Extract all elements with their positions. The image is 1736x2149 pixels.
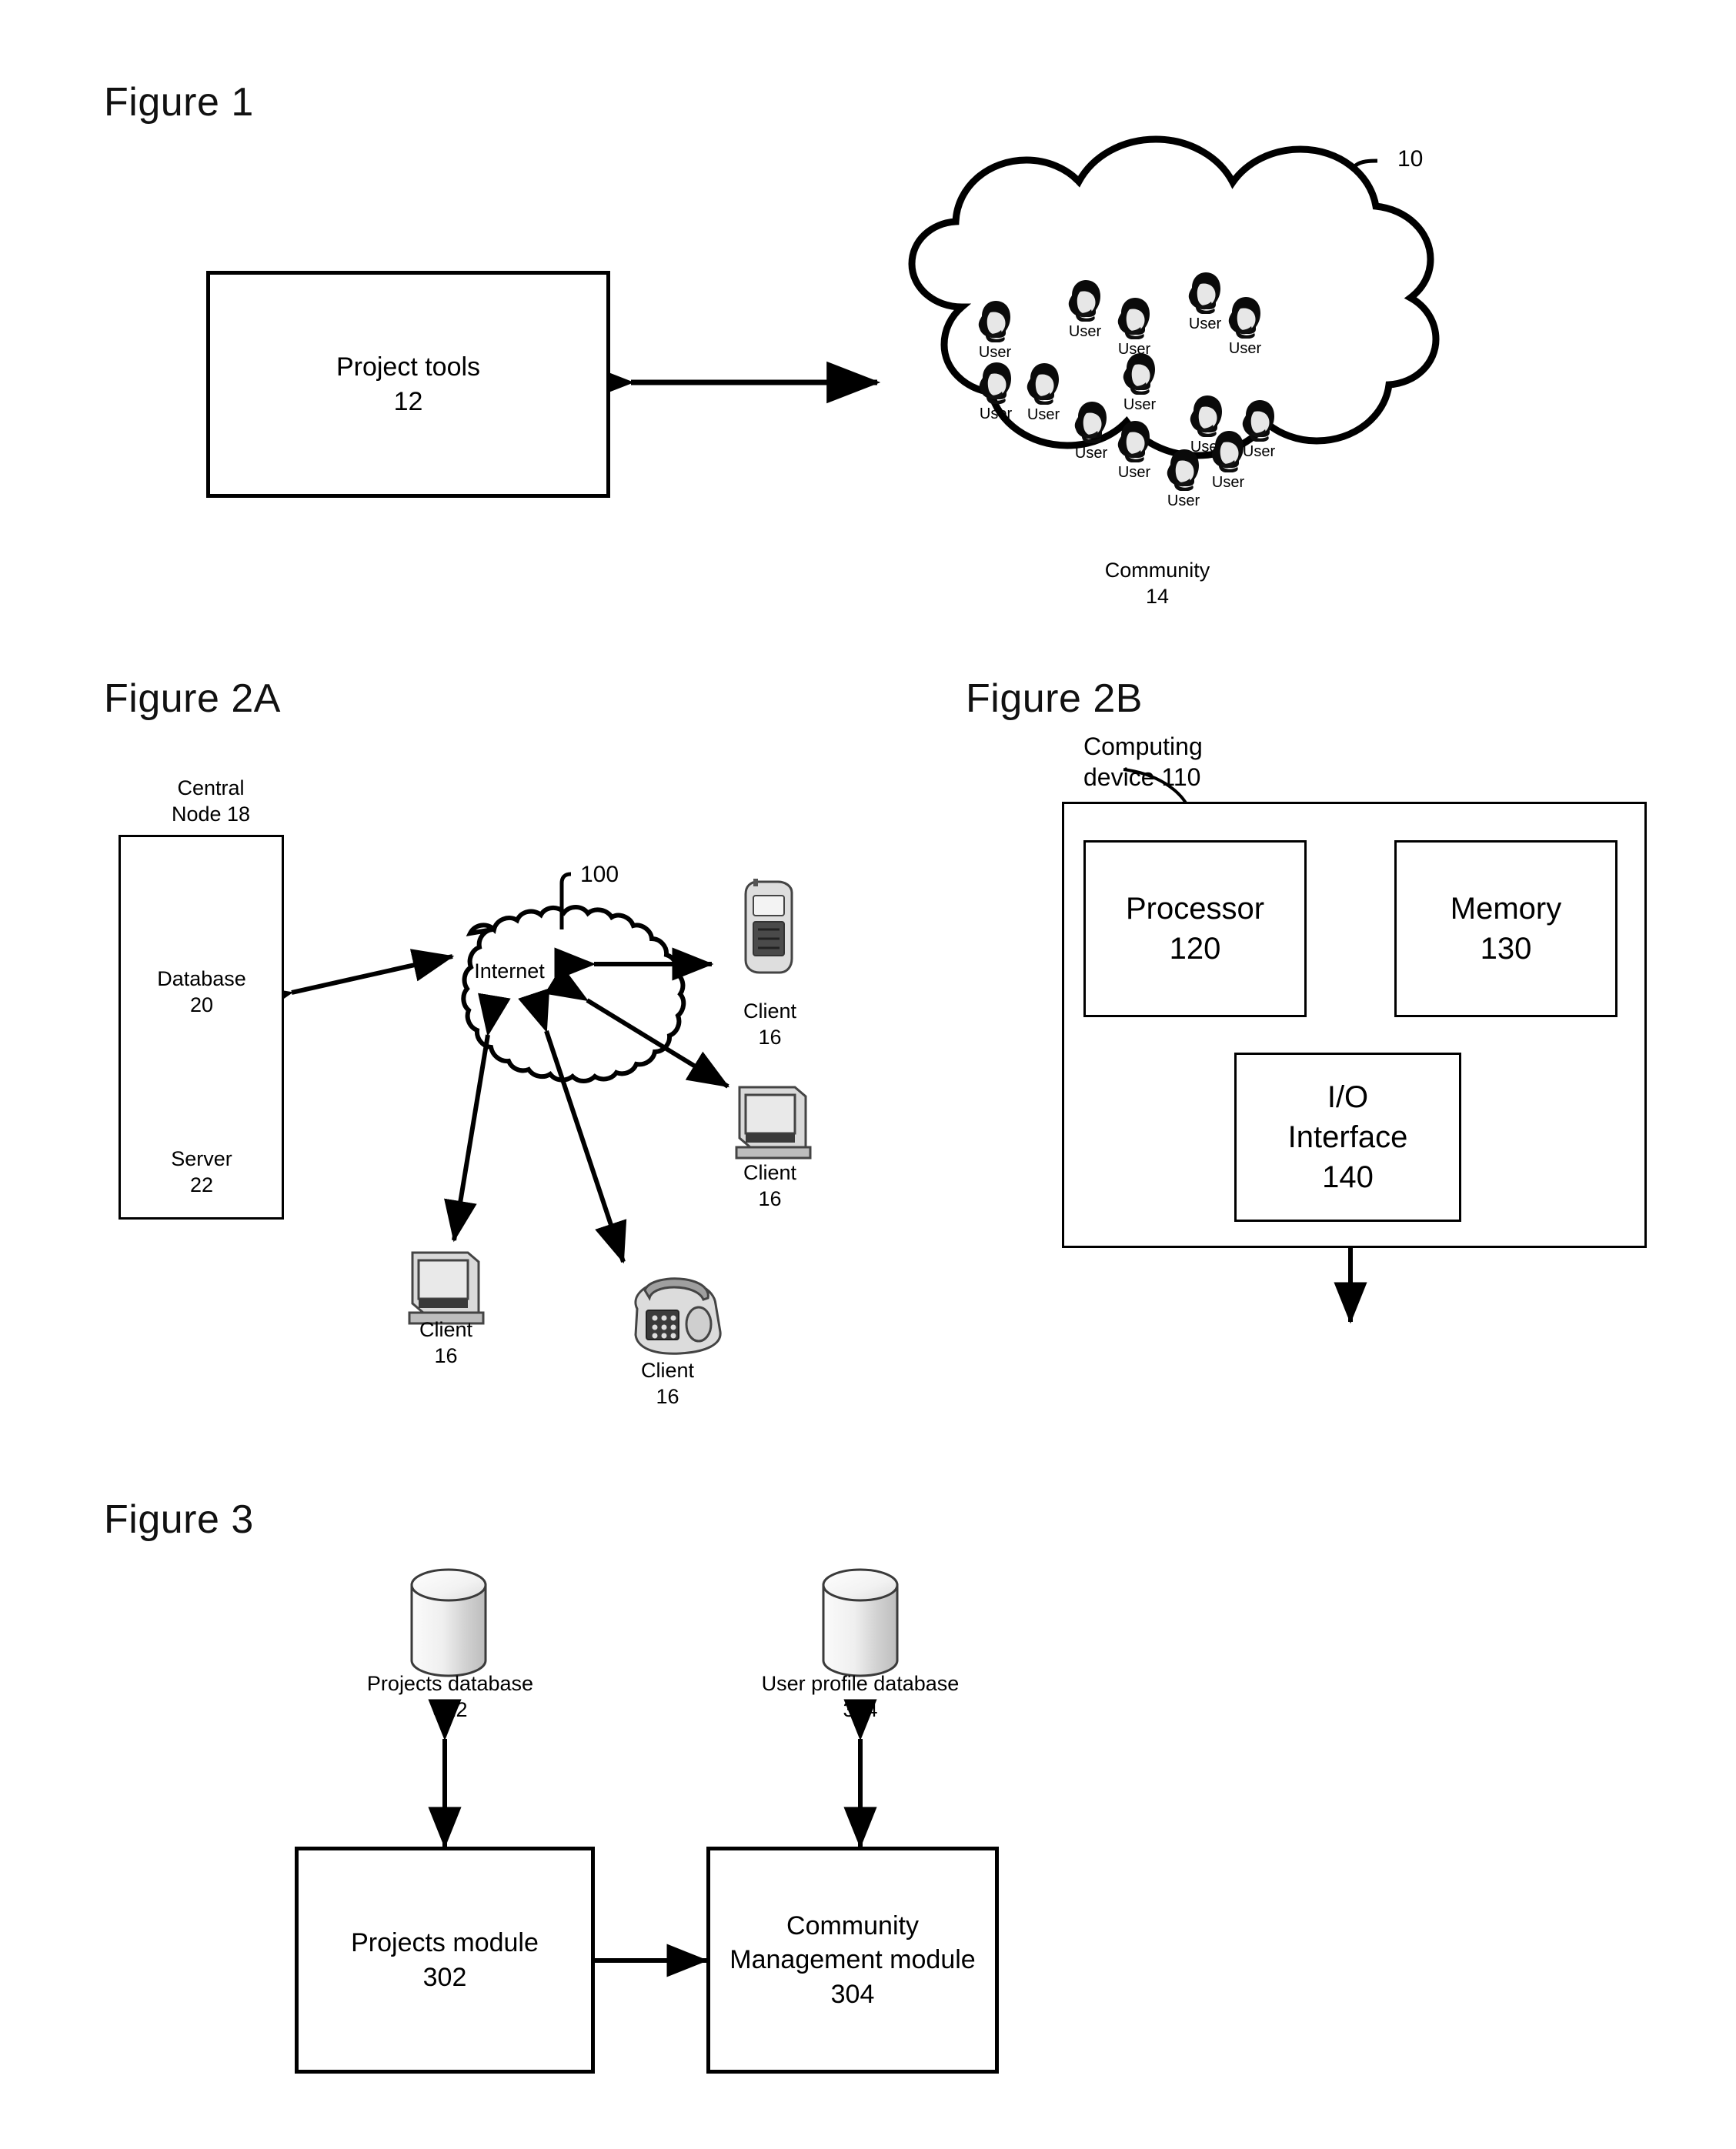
processor-box: Processor 120 [1083, 840, 1307, 1017]
community-user-icon: User [1114, 296, 1154, 358]
user-head-icon [979, 362, 1011, 404]
mobile-phone-icon [744, 879, 793, 974]
client-mobile-label: Client 16 [743, 999, 797, 1049]
computing-device-label: Computing device 110 [1083, 732, 1203, 791]
figure-2a-title: Figure 2A [104, 676, 281, 721]
community-user-icon: User [1208, 429, 1248, 491]
community-user-icon: User [1114, 419, 1154, 481]
community-user-icon: User [1163, 448, 1204, 509]
community-user-caption: User [1167, 492, 1200, 509]
community-label: Community 14 [1104, 559, 1210, 608]
client-telephone-label: Client 16 [640, 1359, 695, 1408]
internet-ref-leader [559, 872, 572, 929]
community-user-caption: User [1211, 474, 1245, 491]
io-interface-box: I/O Interface 140 [1234, 1053, 1461, 1222]
community-user-caption: User [1074, 445, 1108, 462]
community-user-icon: User [1065, 279, 1105, 340]
community-user-icon: User [1023, 362, 1063, 423]
community-user-caption: User [1123, 396, 1157, 413]
internet-telephone-arrow [518, 988, 627, 1264]
community-user-caption: User [979, 405, 1013, 422]
community-user-caption: User [978, 344, 1012, 361]
user-head-icon [1117, 298, 1150, 339]
user-head-icon [1211, 431, 1244, 472]
projects-module-box: Projects module 302 [295, 1847, 595, 2074]
community-user-icon: User [975, 299, 1015, 361]
projects-database-cylinder-icon [410, 1568, 487, 1677]
figure-3-title: Figure 3 [104, 1497, 254, 1542]
client-desktop-right-label: Client 16 [743, 1161, 797, 1210]
processor-label: Processor 120 [1125, 892, 1265, 966]
user-head-icon [1188, 272, 1220, 314]
user-head-icon [1027, 363, 1059, 405]
user-head-icon [1123, 353, 1155, 395]
community-user-caption: User [1068, 323, 1102, 340]
user-head-icon [1167, 449, 1199, 491]
project-tools-box: Project tools 12 [206, 271, 610, 498]
server-label: Server 22 [171, 1147, 232, 1196]
memory-label: Memory 130 [1450, 892, 1562, 966]
project-tools-label: Project tools 12 [336, 352, 481, 416]
community-user-caption: User [1188, 315, 1222, 332]
internet-label: Internet [474, 959, 545, 983]
community-user-caption: User [1228, 340, 1262, 357]
user-head-icon [978, 301, 1010, 342]
memory-box: Memory 130 [1394, 840, 1617, 1017]
community-management-module-box: Community Management module 304 [706, 1847, 999, 2074]
patent-drawing-sheet: Figure 1 10 Project tools 12 User User Use… [0, 0, 1736, 2149]
community-user-icon: User [976, 361, 1016, 422]
projects-module-label: Projects module 302 [351, 1928, 539, 1992]
projects-database-label: Projects database 312 [366, 1672, 534, 1721]
user-profile-database-cylinder-icon [822, 1568, 899, 1677]
figure-1-title: Figure 1 [104, 80, 254, 125]
community-user-icon: User [1225, 295, 1265, 357]
io-interface-label: I/O Interface 140 [1287, 1080, 1408, 1194]
figure-1-reference-number: 10 [1397, 146, 1424, 172]
desktop-computer-icon-left [408, 1251, 485, 1325]
internet-desktop-left-arrow [444, 993, 511, 1243]
internet-reference-number: 100 [580, 862, 619, 887]
client-desktop-left-label: Client 16 [419, 1318, 473, 1367]
figure-2b-title: Figure 2B [966, 676, 1143, 721]
community-user-caption: User [1117, 464, 1151, 481]
fig1-ref-leader [1345, 159, 1378, 199]
community-user-icon: User [1120, 352, 1160, 413]
database-label: Database 20 [157, 967, 246, 1016]
centralnode-internet-arrow [249, 949, 455, 1018]
community-user-icon: User [1071, 400, 1111, 462]
central-node-label: Central Node 18 [171, 776, 251, 826]
community-management-module-label: Community Management module 304 [729, 1911, 976, 2009]
user-head-icon [1228, 297, 1260, 339]
internet-cloud-shape [461, 905, 686, 1083]
telephone-icon [634, 1277, 722, 1355]
desktop-computer-icon-right [735, 1086, 812, 1160]
user-head-icon [1068, 280, 1100, 322]
user-profile-database-label: User profile database 314 [761, 1672, 960, 1721]
user-head-icon [1117, 421, 1150, 462]
user-head-icon [1074, 402, 1107, 443]
community-user-caption: User [1027, 406, 1060, 423]
community-user-icon: User [1185, 271, 1225, 332]
